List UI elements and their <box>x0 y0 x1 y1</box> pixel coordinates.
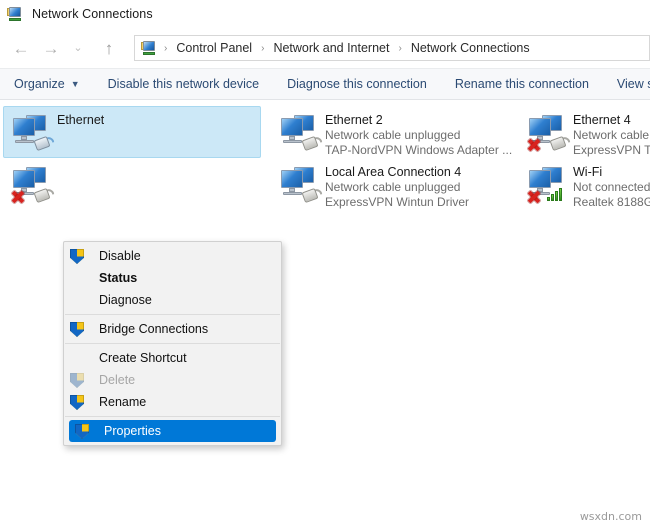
breadcrumb-separator-icon: › <box>157 43 174 54</box>
shield-icon <box>70 372 92 388</box>
context-menu-item-diagnose[interactable]: Diagnose <box>64 289 281 311</box>
shield-icon <box>70 321 92 337</box>
watermark: wsxdn.com <box>580 510 642 523</box>
view-status-button[interactable]: View statu <box>603 77 650 91</box>
connections-list: Ethernet <box>0 100 650 470</box>
address-bar[interactable]: › Control Panel › Network and Internet ›… <box>134 35 650 61</box>
connection-status: Not connected <box>573 180 650 195</box>
network-adapter-disconnected-icon <box>7 162 57 208</box>
context-menu-item-label: Disable <box>99 248 141 264</box>
red-x-icon <box>10 189 25 204</box>
no-icon <box>70 292 92 308</box>
list-item-text: Ethernet 2 Network cable unplugged TAP-N… <box>325 110 512 158</box>
list-item[interactable]: Ethernet <box>3 106 261 158</box>
connection-adapter: Realtek 8188GU <box>573 195 650 210</box>
no-icon <box>70 350 92 366</box>
context-menu-item-status[interactable]: Status <box>64 267 281 289</box>
context-menu-item-delete: Delete <box>64 369 281 391</box>
list-item-text: Ethernet 4 Network cable ExpressVPN TA <box>573 110 650 158</box>
context-menu-item-bridge-connections[interactable]: Bridge Connections <box>64 318 281 340</box>
disable-network-device-button[interactable]: Disable this network device <box>94 77 273 91</box>
connections-column-1: Ethernet <box>3 106 261 210</box>
list-item[interactable]: Ethernet 2 Network cable unplugged TAP-N… <box>271 106 519 158</box>
no-icon <box>70 270 92 286</box>
back-icon[interactable]: ← <box>6 33 36 63</box>
list-item-text: Ethernet <box>57 110 104 128</box>
context-menu-item-label: Diagnose <box>99 292 152 308</box>
list-item[interactable]: Ethernet 4 Network cable ExpressVPN TA <box>519 106 650 158</box>
wifi-signal-icon <box>547 187 565 201</box>
network-adapter-icon <box>275 110 325 156</box>
breadcrumb-separator-icon: › <box>391 43 408 54</box>
context-menu-item-rename[interactable]: Rename <box>64 391 281 413</box>
address-bar-network-icon <box>141 41 157 56</box>
window-title-bar: Network Connections <box>0 0 650 28</box>
context-menu-item-label: Bridge Connections <box>99 321 208 337</box>
window-title: Network Connections <box>32 7 153 21</box>
context-menu-item-properties[interactable]: Properties <box>69 420 276 442</box>
menu-separator <box>65 343 280 344</box>
navigation-bar: ← → ⌄ ↑ › Control Panel › Network and In… <box>0 28 650 68</box>
connections-column-3: Ethernet 4 Network cable ExpressVPN TA W… <box>519 106 650 210</box>
organize-button[interactable]: Organize ▼ <box>10 77 94 91</box>
network-adapter-icon <box>275 162 325 208</box>
context-menu-item-disable[interactable]: Disable <box>64 245 281 267</box>
menu-separator <box>65 416 280 417</box>
network-adapter-disconnected-icon <box>523 110 573 156</box>
list-item[interactable] <box>3 158 261 210</box>
list-item-text: Wi-Fi Not connected Realtek 8188GU <box>573 162 650 210</box>
connection-adapter: TAP-NordVPN Windows Adapter ... <box>325 143 512 158</box>
network-connections-icon <box>7 7 23 22</box>
connection-status: Network cable <box>573 128 650 143</box>
forward-icon[interactable]: → <box>36 33 66 63</box>
diagnose-connection-button[interactable]: Diagnose this connection <box>273 77 441 91</box>
connection-adapter: ExpressVPN TA <box>573 143 650 158</box>
connection-status: Network cable unplugged <box>325 180 469 195</box>
context-menu-item-label: Create Shortcut <box>99 350 187 366</box>
connection-status: Network cable unplugged <box>325 128 512 143</box>
list-item[interactable]: Local Area Connection 4 Network cable un… <box>271 158 519 210</box>
connection-name: Ethernet 4 <box>573 112 650 128</box>
breadcrumb-control-panel[interactable]: Control Panel <box>174 41 254 55</box>
network-adapter-icon <box>7 110 57 156</box>
shield-icon <box>70 248 92 264</box>
rename-connection-button[interactable]: Rename this connection <box>441 77 603 91</box>
red-x-icon <box>526 189 541 204</box>
chevron-down-icon: ▼ <box>71 79 80 89</box>
context-menu-item-label: Status <box>99 270 137 286</box>
connection-name: Wi-Fi <box>573 164 650 180</box>
connection-adapter: ExpressVPN Wintun Driver <box>325 195 469 210</box>
context-menu-item-label: Properties <box>104 423 161 439</box>
context-menu-item-label: Rename <box>99 394 146 410</box>
context-menu-item-label: Delete <box>99 372 135 388</box>
organize-label: Organize <box>14 77 65 91</box>
list-item[interactable]: Wi-Fi Not connected Realtek 8188GU <box>519 158 650 210</box>
shield-icon <box>75 423 97 439</box>
command-toolbar: Organize ▼ Disable this network device Di… <box>0 68 650 100</box>
up-one-level-icon[interactable]: ↑ <box>94 33 124 63</box>
breadcrumb-network-and-internet[interactable]: Network and Internet <box>271 41 391 55</box>
breadcrumb-network-connections[interactable]: Network Connections <box>409 41 532 55</box>
list-item-text: Local Area Connection 4 Network cable un… <box>325 162 469 210</box>
context-menu-item-create-shortcut[interactable]: Create Shortcut <box>64 347 281 369</box>
context-menu: Disable Status Diagnose Bridge Connectio… <box>63 241 282 446</box>
wifi-adapter-disconnected-icon <box>523 162 573 208</box>
recent-locations-icon[interactable]: ⌄ <box>66 33 90 63</box>
connection-name: Ethernet 2 <box>325 112 512 128</box>
connection-name: Ethernet <box>57 112 104 128</box>
connection-name: Local Area Connection 4 <box>325 164 469 180</box>
connections-column-2: Ethernet 2 Network cable unplugged TAP-N… <box>271 106 519 210</box>
red-x-icon <box>526 137 541 152</box>
shield-icon <box>70 394 92 410</box>
menu-separator <box>65 314 280 315</box>
breadcrumb-separator-icon: › <box>254 43 271 54</box>
